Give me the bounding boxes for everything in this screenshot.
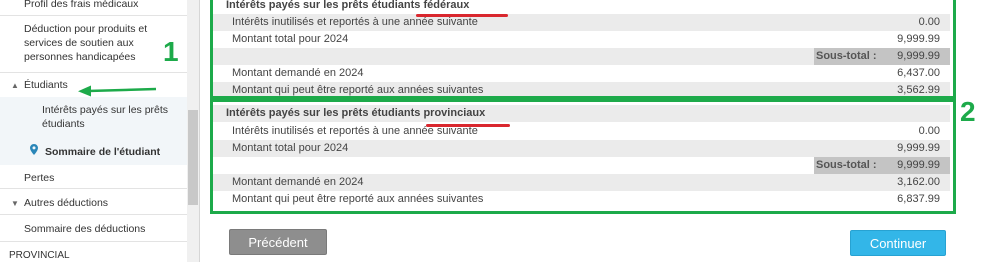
sidebar-item-medical-profile[interactable]: Profil des frais médicaux [0,0,188,13]
chevron-down-icon: ▼ [11,199,19,208]
divider [0,72,188,73]
chevron-up-icon: ▲ [11,81,19,90]
sidebar-item-student-summary[interactable]: Sommaire de l'étudiant [0,139,188,165]
divider [0,188,188,189]
divider [0,214,188,215]
underline-provincial [426,124,510,127]
sidebar-item-label: PROVINCIAL [9,250,70,261]
sidebar-item-label: Sommaire de l'étudiant [45,146,161,158]
underline-federal [416,14,508,17]
sidebar-item-student-loan-interest[interactable]: Intérêts payés sur les prêts étudiants [0,97,188,139]
sidebar-item-other-deductions[interactable]: ▼ Autres déductions [0,196,188,212]
sidebar-item-label: Intérêts payés sur les prêts étudiants [42,104,169,130]
annotation-box-federal [210,0,956,99]
sidebar-item-label: Étudiants [24,79,68,91]
annotation-label-2: 2 [960,96,976,127]
main-content: Intérêts payés sur les prêts étudiants f… [200,0,999,262]
sidebar-item-label: Profil des frais médicaux [24,0,139,10]
divider [0,241,188,242]
sidebar-item-provincial[interactable]: PROVINCIAL [0,249,188,262]
sidebar-item-label: Pertes [24,172,55,184]
annotation-arrow-icon [78,85,157,97]
sidebar-item-deductions-summary[interactable]: Sommaire des déductions [0,222,188,238]
annotation-box-provincial [210,99,956,214]
previous-button[interactable]: Précédent [229,229,327,255]
divider [0,15,188,16]
annotation-label-1: 1 [163,36,179,67]
continue-button[interactable]: Continuer [850,230,946,256]
location-pin-icon [30,144,38,159]
sidebar-item-disability-supports[interactable]: Déduction pour produits et services de s… [0,22,188,70]
sidebar-item-label: Sommaire des déductions [24,223,146,235]
sidebar-scrollbar[interactable] [187,0,199,262]
sidebar-item-losses[interactable]: Pertes [0,171,188,187]
scrollbar-thumb[interactable] [188,110,198,205]
sidebar-item-label: Déduction pour produits et services de s… [24,23,148,63]
sidebar-item-label: Autres déductions [24,197,109,209]
